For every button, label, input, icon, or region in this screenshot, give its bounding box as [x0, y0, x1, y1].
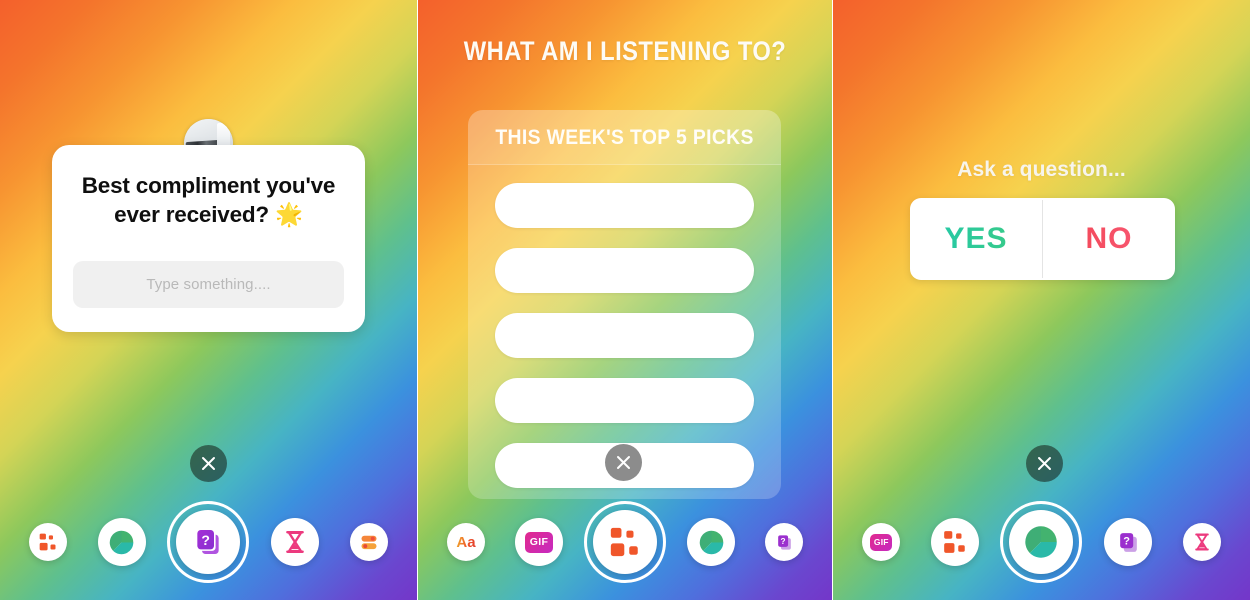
- sticker-button-quiz[interactable]: [584, 501, 666, 583]
- close-button[interactable]: [1026, 445, 1063, 482]
- quiz-option-list: [468, 165, 781, 488]
- sticker-toolbar: Aa GIF ?: [418, 484, 832, 600]
- quiz-sticker-panel: WHAT AM I LISTENING TO? THIS WEEK'S TOP …: [418, 0, 832, 600]
- svg-text:?: ?: [780, 536, 785, 546]
- questions-sticker-panel: Best compliment you've ever received? 🌟 …: [0, 0, 417, 600]
- sticker-toolbar: GIF ?: [833, 484, 1250, 600]
- sticker-button-gif[interactable]: GIF: [862, 523, 901, 561]
- sticker-button-countdown[interactable]: [1182, 523, 1221, 561]
- svg-text:?: ?: [1123, 535, 1130, 547]
- quiz-blocks-icon: [39, 533, 56, 551]
- close-icon: [1038, 457, 1051, 470]
- sticker-button-slider[interactable]: [349, 523, 388, 561]
- sticker-button-gif[interactable]: GIF: [515, 518, 563, 566]
- poll-pie-icon: [1025, 526, 1058, 558]
- countdown-hourglass-icon: [286, 531, 304, 553]
- questions-card-icon: ?: [1119, 532, 1137, 552]
- sticker-button-questions[interactable]: ?: [167, 501, 250, 583]
- question-answer-input[interactable]: Type something....: [73, 261, 344, 308]
- quiz-option-row[interactable]: [495, 313, 754, 358]
- sticker-button-questions[interactable]: ?: [1104, 518, 1153, 566]
- sticker-button-text[interactable]: Aa: [447, 523, 485, 561]
- sticker-button-poll[interactable]: [97, 518, 146, 566]
- sticker-button-countdown[interactable]: [271, 518, 320, 566]
- poll-pie-icon: [110, 530, 134, 554]
- close-icon: [617, 456, 630, 469]
- close-button[interactable]: [190, 445, 227, 482]
- story-sticker-screens: Best compliment you've ever received? 🌟 …: [0, 0, 1250, 600]
- quiz-option-row[interactable]: [495, 378, 754, 423]
- questions-sticker[interactable]: Best compliment you've ever received? 🌟 …: [52, 145, 365, 332]
- questions-card-icon: ?: [777, 534, 791, 550]
- poll-question-text: Ask a question...: [957, 158, 1126, 181]
- countdown-hourglass-icon: [1194, 533, 1209, 551]
- gif-icon: GIF: [870, 533, 893, 551]
- sticker-button-questions[interactable]: ?: [765, 523, 803, 561]
- poll-sticker[interactable]: YES NO: [910, 198, 1175, 280]
- quiz-blocks-icon: [944, 531, 965, 553]
- question-prompt-text: Best compliment you've ever received? 🌟: [81, 173, 336, 227]
- question-input-placeholder: Type something....: [146, 276, 271, 293]
- text-aa-icon: Aa: [456, 533, 476, 551]
- quiz-option-row[interactable]: [495, 248, 754, 293]
- poll-pie-icon: [699, 530, 723, 554]
- emoji-slider-icon: [361, 535, 377, 550]
- questions-card-icon: ?: [197, 530, 220, 554]
- gif-icon: GIF: [525, 531, 553, 553]
- quiz-sticker[interactable]: THIS WEEK'S TOP 5 PICKS: [468, 110, 781, 499]
- sticker-toolbar: ?: [0, 484, 417, 600]
- sticker-button-poll[interactable]: [1000, 501, 1083, 583]
- panel-title: WHAT AM I LISTENING TO?: [463, 36, 787, 66]
- sticker-button-quiz[interactable]: [930, 518, 979, 566]
- quiz-card-header: THIS WEEK'S TOP 5 PICKS: [468, 110, 781, 165]
- close-icon: [202, 457, 215, 470]
- poll-sticker-panel: Ask a question... YES NO GIF ?: [833, 0, 1250, 600]
- poll-option-yes[interactable]: YES: [910, 198, 1042, 280]
- sticker-button-poll[interactable]: [687, 518, 735, 566]
- quiz-card-header-text: THIS WEEK'S TOP 5 PICKS: [495, 124, 754, 149]
- poll-option-no[interactable]: NO: [1043, 198, 1175, 280]
- quiz-blocks-icon: [610, 527, 638, 557]
- quiz-option-row[interactable]: [495, 183, 754, 228]
- sticker-button-quiz[interactable]: [29, 523, 68, 561]
- svg-text:?: ?: [202, 532, 211, 548]
- close-button[interactable]: [605, 444, 642, 481]
